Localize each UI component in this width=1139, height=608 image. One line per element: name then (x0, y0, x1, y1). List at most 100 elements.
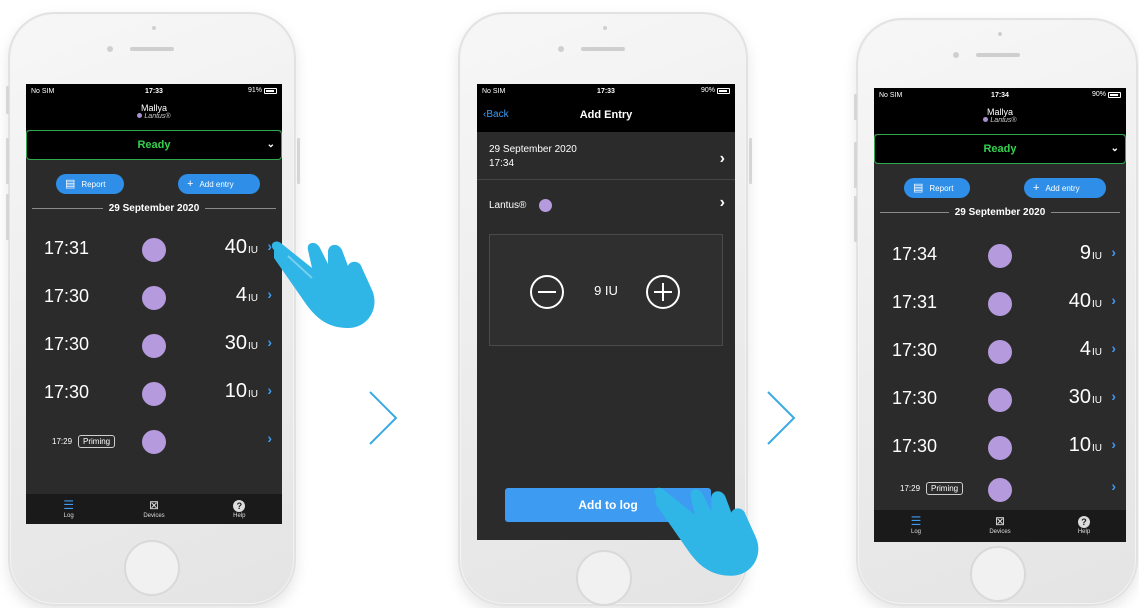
home-button[interactable] (576, 550, 632, 606)
document-icon: ▤ (65, 177, 76, 190)
status-ready-bar[interactable]: Ready ⌄ (874, 134, 1126, 164)
log-entry-row[interactable]: 17:34 9IU › (874, 232, 1126, 280)
dose-unit: IU (1092, 443, 1102, 454)
hand-pointer-icon (653, 487, 759, 576)
log-entry-row[interactable]: 17:30 30IU › (26, 322, 282, 370)
log-entry-row[interactable]: 17:30 4IU › (874, 328, 1126, 376)
entry-time: 17:31 (44, 238, 90, 258)
entry-dose: 10IU (225, 380, 258, 403)
battery-icon (264, 87, 277, 94)
date-time-row[interactable]: 29 September 2020 17:34 › (477, 140, 735, 180)
insulin-dot-icon (988, 340, 1012, 364)
speaker-grille (130, 47, 174, 51)
side-button (854, 196, 857, 242)
divider (205, 207, 276, 209)
dose-value: 30 (224, 332, 247, 354)
chevron-right-icon: › (267, 382, 272, 398)
speaker-grille (581, 47, 625, 51)
insulin-row[interactable]: Lantus® › (477, 188, 735, 222)
side-button (854, 142, 857, 188)
log-entry-row[interactable]: 17:31 40IU › (26, 226, 282, 274)
clock: 17:33 (145, 88, 163, 95)
plus-circle-icon[interactable] (644, 273, 682, 311)
plus-icon: + (187, 177, 194, 190)
status-bar: No SIM 17:34 90% (874, 88, 1126, 104)
chevron-right-icon: › (1111, 292, 1116, 308)
dose-value: 30 (1068, 386, 1091, 408)
tab-label: Help (233, 513, 246, 519)
dose-value: 40 (1068, 290, 1091, 312)
dose-value: 4 (1079, 338, 1091, 360)
tab-label: Log (910, 529, 921, 535)
tab-log[interactable]: ☰ Log (26, 494, 111, 524)
home-button[interactable] (124, 540, 180, 596)
insulin-dot-icon (142, 430, 166, 454)
entry-time: 17:34 (489, 158, 515, 169)
help-icon: ? (197, 498, 282, 513)
phone-3: No SIM 17:34 90% Mallya Lantus® Ready ⌄ … (854, 18, 1138, 606)
devices-icon: ⊠ (148, 498, 160, 512)
report-button[interactable]: ▤ Report (56, 174, 124, 194)
battery: 91% (248, 87, 277, 94)
dose-unit: IU (248, 341, 258, 352)
entry-dose: 4IU (236, 284, 258, 307)
status-ready-bar[interactable]: Ready ⌄ (26, 130, 282, 160)
priming-row[interactable]: 17:29 Priming › (26, 418, 282, 466)
tab-devices[interactable]: ⊠ Devices (111, 494, 196, 524)
add-entry-button[interactable]: + Add entry (1024, 178, 1106, 198)
entry-time: 17:30 (44, 382, 90, 402)
dose-unit: IU (248, 245, 258, 256)
insulin-name: Lantus® (144, 113, 171, 120)
priming-badge: Priming (926, 482, 964, 495)
insulin-dot-icon (142, 334, 166, 358)
insulin-dot-icon (988, 436, 1012, 460)
log-entry-row[interactable]: 17:30 30IU › (874, 376, 1126, 424)
log-entry-row[interactable]: 17:30 4IU › (26, 274, 282, 322)
tab-log[interactable]: ☰ Log (874, 510, 958, 542)
tab-help[interactable]: ? Help (197, 494, 282, 524)
dose-unit: IU (248, 389, 258, 400)
battery-percent: 90% (700, 87, 715, 94)
priming-row[interactable]: 17:29 Priming › (874, 472, 1126, 512)
entry-time: 17:34 (892, 244, 938, 264)
add-entry-button[interactable]: + Add entry (178, 174, 260, 194)
insulin-dot-icon (988, 292, 1012, 316)
divider (32, 207, 103, 209)
insulin-dot-icon (988, 388, 1012, 412)
entry-dose: 40IU (1069, 290, 1102, 313)
chevron-right-icon (369, 391, 398, 445)
divider (1051, 211, 1120, 213)
battery-percent: 91% (247, 87, 262, 94)
log-date: 29 September 2020 (954, 206, 1046, 218)
tab-help[interactable]: ? Help (1042, 510, 1126, 542)
side-button (6, 138, 9, 184)
divider (880, 211, 949, 213)
battery-icon (717, 87, 730, 94)
insulin-label: Lantus® (26, 113, 282, 120)
add-entry-label: Add entry (199, 179, 234, 189)
home-button[interactable] (970, 546, 1026, 602)
entry-dose: 30IU (225, 332, 258, 355)
insulin-label: Lantus® (874, 117, 1126, 124)
insulin-dot-icon (142, 286, 166, 310)
chevron-right-icon: › (267, 334, 272, 350)
insulin-name: Lantus® (990, 117, 1017, 124)
side-button (749, 138, 752, 184)
tab-label: Log (63, 513, 74, 519)
entry-time: 17:30 (892, 340, 938, 360)
log-entry-row[interactable]: 17:30 10IU › (26, 370, 282, 418)
tab-devices[interactable]: ⊠ Devices (958, 510, 1042, 542)
proximity-sensor (998, 32, 1002, 36)
insulin-dot-icon (539, 199, 552, 212)
side-button (6, 194, 9, 240)
date-separator: 29 September 2020 (32, 202, 276, 214)
proximity-sensor (603, 26, 607, 30)
nav-bar: ‹Back Add Entry (477, 100, 735, 132)
log-entry-row[interactable]: 17:30 10IU › (874, 424, 1126, 472)
date-separator: 29 September 2020 (880, 206, 1120, 218)
insulin-name: Lantus® (489, 200, 527, 211)
front-camera (107, 46, 113, 52)
tab-bar: ☰ Log ⊠ Devices ? Help (874, 510, 1126, 542)
log-entry-row[interactable]: 17:31 40IU › (874, 280, 1126, 328)
report-button[interactable]: ▤ Report (904, 178, 970, 198)
